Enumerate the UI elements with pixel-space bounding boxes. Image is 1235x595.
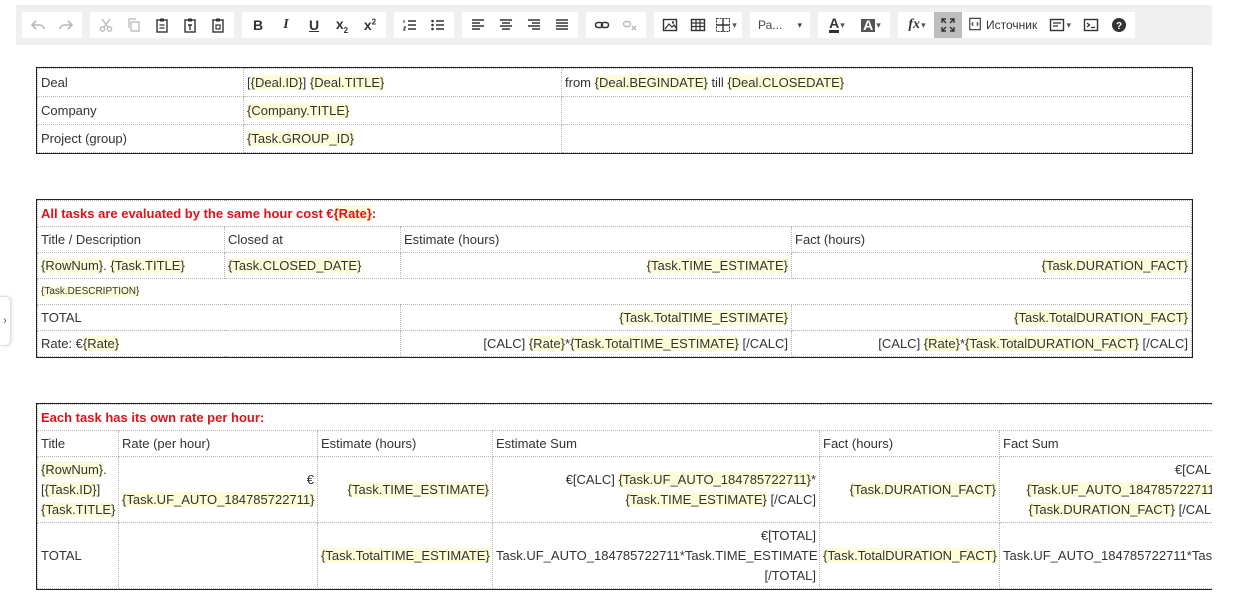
empty-cell[interactable] — [118, 522, 318, 589]
total-expression: Task.UF_AUTO_184785722711*Task.TIME_ESTI… — [496, 547, 818, 563]
total-fact-sum-cell[interactable]: Task.UF_AUTO_184785722711*Task.DURATION_… — [998, 522, 1212, 589]
header-fact-sum[interactable]: Fact Sum — [998, 430, 1212, 457]
own-rate-heading[interactable]: Each task has its own rate per hour: — [36, 404, 1212, 431]
rate-field: {Task.UF_AUTO_184785722711} — [1026, 481, 1212, 497]
total-close: [/TOTAL] — [764, 567, 816, 583]
total-estimate-field: {Task.TotalTIME_ESTIMATE} — [321, 548, 490, 563]
total-fact-cell[interactable]: {Task.TotalDURATION_FACT} — [819, 522, 1000, 589]
calc-close: [/CALC] — [1178, 501, 1212, 517]
bracket-text: ] — [96, 481, 101, 497]
header-estimate[interactable]: Estimate (hours) — [317, 430, 493, 457]
fact-sum-cell[interactable]: €[CALC] {Task.UF_AUTO_184785722711}*{Tas… — [998, 456, 1212, 523]
header-estimate-sum[interactable]: Estimate Sum — [492, 430, 820, 457]
table-row: Each task has its own rate per hour: — [36, 404, 1212, 431]
euro-sign: € — [306, 471, 314, 487]
total-estimate-sum-cell[interactable]: €[TOTAL] Task.UF_AUTO_184785722711*Task.T… — [492, 522, 820, 589]
multiply-sign: * — [810, 471, 816, 487]
header-fact[interactable]: Fact (hours) — [819, 430, 1000, 457]
estimate-cell[interactable]: {Task.TIME_ESTIMATE} — [317, 456, 493, 523]
total-estimate-cell[interactable]: {Task.TotalTIME_ESTIMATE} — [317, 522, 493, 589]
total-expression: Task.UF_AUTO_184785722711*Task.DURATION_… — [1003, 548, 1212, 563]
rate-field: {Task.UF_AUTO_184785722711} — [618, 471, 811, 487]
fact-cell[interactable]: {Task.DURATION_FACT} — [819, 456, 1000, 523]
calc-open: €[CALC] — [565, 471, 619, 487]
table-row: TOTAL {Task.TotalTIME_ESTIMATE} €[TOTAL]… — [37, 522, 1212, 589]
time-estimate-field: {Task.TIME_ESTIMATE} — [625, 491, 767, 507]
calc-open: €[CALC] — [1174, 461, 1212, 477]
rate-field: {Task.UF_AUTO_184785722711} — [122, 491, 315, 507]
header-rate[interactable]: Rate (per hour) — [118, 430, 318, 457]
task-id-field: {Task.ID} — [44, 481, 97, 497]
rownum-field: {RowNum} — [41, 461, 104, 477]
total-fact-field: {Task.TotalDURATION_FACT} — [823, 548, 997, 563]
duration-fact-field: {Task.DURATION_FACT} — [1028, 501, 1175, 517]
task-title-field: {Task.TITLE} — [41, 501, 116, 517]
total-label[interactable]: TOTAL — [37, 522, 119, 589]
total-open: €[TOTAL] — [760, 527, 816, 543]
own-rate-table: Each task has its own rate per hour: Tit… — [35, 403, 1212, 590]
calc-close: [/CALC] — [766, 491, 816, 507]
header-title[interactable]: Title — [37, 430, 119, 457]
estimate-sum-cell[interactable]: €[CALC] {Task.UF_AUTO_184785722711}* {Tas… — [492, 456, 820, 523]
duration-fact-field: {Task.DURATION_FACT} — [849, 482, 996, 497]
table-header-row: Title Rate (per hour) Estimate (hours) E… — [37, 430, 1212, 457]
task-title-cell[interactable]: {RowNum}. [{Task.ID}] {Task.TITLE} — [37, 456, 119, 523]
editor-content-clip: Each task has its own rate per hour: Tit… — [0, 0, 1212, 595]
time-estimate-field: {Task.TIME_ESTIMATE} — [347, 482, 489, 497]
table-row: {RowNum}. [{Task.ID}] {Task.TITLE} € {Tas… — [37, 456, 1212, 523]
rate-cell[interactable]: € {Task.UF_AUTO_184785722711} — [118, 456, 318, 523]
